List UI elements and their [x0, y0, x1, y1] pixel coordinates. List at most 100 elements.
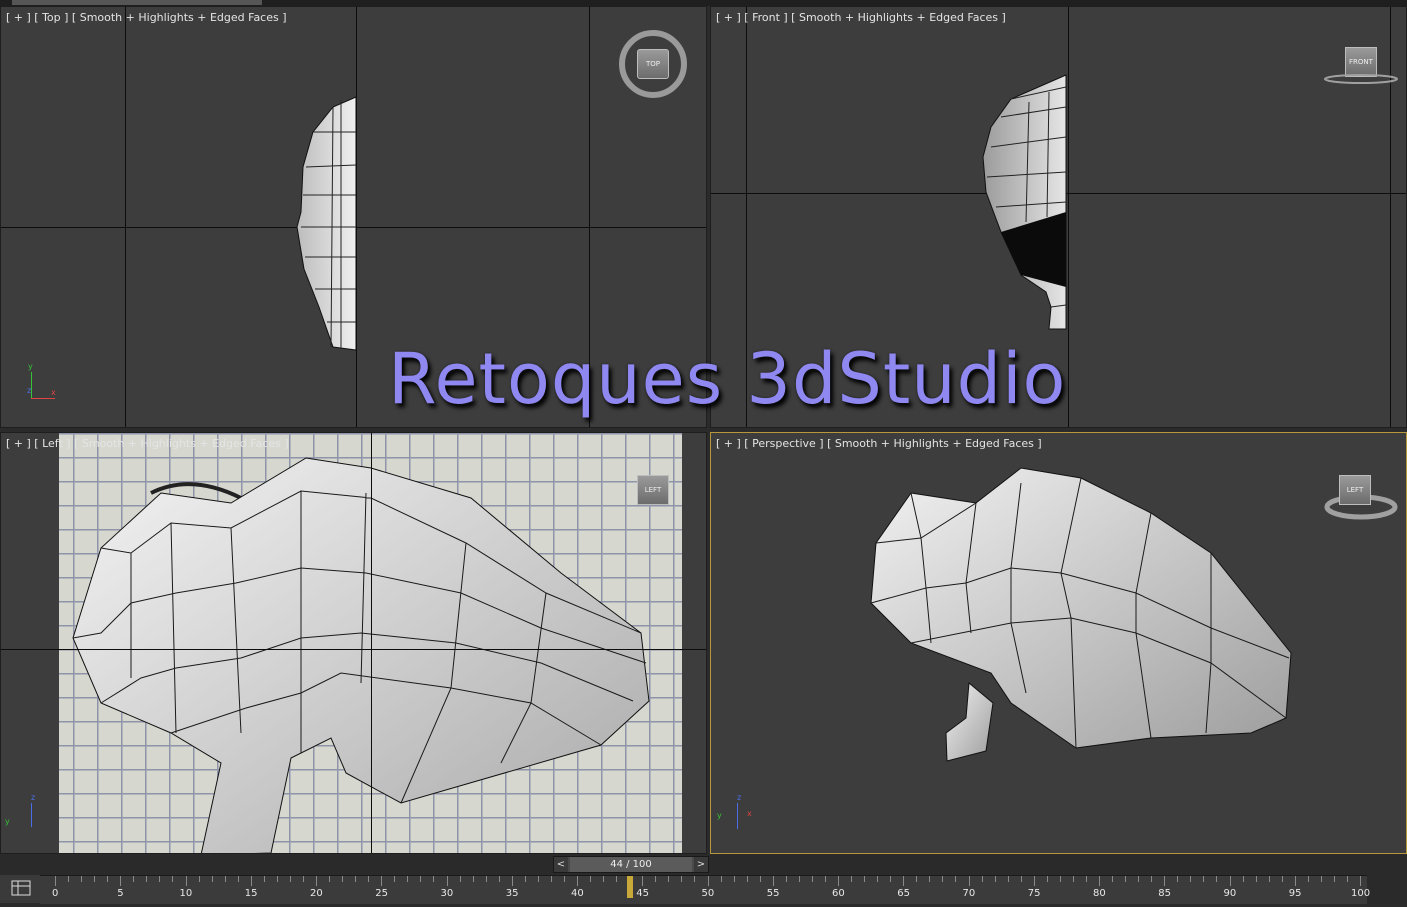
timeline-tick: [172, 876, 174, 882]
timeline-tick: [472, 876, 474, 882]
timeline-tick: [316, 876, 317, 886]
timeline-tick: [433, 876, 435, 882]
timeline-tick: [159, 876, 161, 882]
timeline-tick: [1112, 876, 1114, 882]
timeline-tick: [420, 876, 422, 882]
timeline-tick-label: 10: [179, 888, 193, 899]
reference-image-grid-paper: [59, 433, 682, 853]
timeline-tick: [1007, 876, 1009, 882]
timeline-tick: [394, 876, 396, 882]
axis-y-label: y: [717, 811, 722, 820]
viewport-top-label[interactable]: [ + ] [ Top ] [ Smooth + Highlights + Ed…: [6, 11, 287, 24]
timeline-tick: [720, 876, 722, 882]
timeline-tick: [655, 876, 657, 882]
timeline-tick: [916, 876, 918, 882]
timeline-tick: [1085, 876, 1087, 882]
next-frame-button[interactable]: >: [694, 857, 708, 872]
timeline-tick: [342, 876, 344, 882]
timeline-tick: [263, 876, 265, 882]
axis-z-line: [737, 803, 738, 829]
timeline-tick: [407, 876, 409, 882]
top-tab[interactable]: [12, 0, 262, 5]
timeline-tick: [707, 876, 709, 886]
timeline-tick: [864, 876, 866, 882]
timeline-tick-label: 0: [52, 888, 59, 899]
viewcube-perspective[interactable]: LEFT: [1339, 475, 1371, 505]
timeline-tick: [733, 876, 735, 882]
timeline-tick-label: 25: [375, 888, 388, 899]
axis-y-label: y: [5, 817, 10, 826]
timeline-tick: [1164, 876, 1166, 886]
timeline-tick-label: 15: [244, 888, 258, 899]
timeline-tick-label: 50: [701, 888, 715, 899]
timeline-tick: [94, 876, 96, 882]
timeline-tick: [1216, 876, 1218, 882]
timeline-tick: [355, 876, 357, 882]
timeline-tick: [289, 876, 291, 882]
timeline-tick: [968, 876, 970, 886]
timeline-tick: [81, 876, 83, 882]
axis-gizmo-top: y x z: [23, 362, 63, 402]
timeline-cursor[interactable]: [627, 876, 634, 898]
timeline-tick: [498, 876, 500, 882]
viewport-perspective[interactable]: [ + ] [ Perspective ] [ Smooth + Highlig…: [710, 432, 1407, 854]
timeline-tick: [550, 876, 552, 882]
timeline-tick: [459, 876, 461, 882]
timeline-tick: [1255, 876, 1257, 882]
timeline-tick: [185, 876, 187, 886]
timeline-tick: [1294, 876, 1296, 886]
viewport-perspective-label[interactable]: [ + ] [ Perspective ] [ Smooth + Highlig…: [716, 437, 1042, 450]
timeline-tick: [824, 876, 826, 882]
viewport-left-label[interactable]: [ + ] [ Left ] [ Smooth + Highlights + E…: [6, 437, 289, 450]
timeline-tick-label: 80: [1093, 888, 1106, 899]
viewport-left[interactable]: [ + ] [ Left ] [ Smooth + Highlights + E…: [0, 432, 707, 854]
timeline-tick-label: 55: [766, 888, 780, 899]
timeline-tick: [1125, 876, 1127, 882]
timeline-tick-label: 75: [1027, 888, 1041, 899]
time-slider[interactable]: < 44 / 100 >: [553, 856, 709, 873]
axis-z-line: [31, 803, 32, 827]
timeline-tick: [250, 876, 252, 886]
timeline-tick: [681, 876, 683, 882]
timeline-tick: [1151, 876, 1153, 882]
frame-display[interactable]: 44 / 100: [570, 857, 692, 872]
axis-z-label: z: [737, 793, 742, 802]
timeline-tick: [616, 876, 618, 882]
timeline-config-icon: [11, 880, 31, 896]
timeline-tick-label: 65: [897, 888, 910, 899]
timeline-tick: [1229, 876, 1231, 886]
timeline-tick: [759, 876, 761, 882]
timeline-tick: [524, 876, 526, 882]
compass-ring-icon[interactable]: [613, 27, 693, 107]
timeline-tick: [590, 876, 592, 882]
timeline-tick: [1033, 876, 1035, 886]
timeline-tick: [485, 876, 487, 882]
timeline-tick: [981, 876, 983, 882]
timeline-tick: [133, 876, 135, 882]
axis-y-line: [31, 372, 32, 398]
timeline-tick: [1059, 876, 1061, 882]
timeline-tick: [746, 876, 748, 882]
timeline-tick-label: 85: [1158, 888, 1171, 899]
timeline-tick-label: 45: [636, 888, 649, 899]
timeline-tick: [511, 876, 513, 886]
timeline-tick-label: 60: [832, 888, 845, 899]
prev-frame-button[interactable]: <: [554, 857, 568, 872]
axis-gizmo-left: z y: [5, 791, 45, 831]
mesh-perspective: [870, 467, 1292, 762]
axis-x-label: x: [747, 809, 752, 818]
viewcube-left[interactable]: LEFT: [637, 475, 669, 505]
timeline-tick: [942, 876, 944, 882]
compass-ring-icon[interactable]: [1323, 69, 1403, 89]
timeline-tick: [1072, 876, 1074, 882]
timeline-tick: [1360, 876, 1361, 886]
viewport-front-label[interactable]: [ + ] [ Front ] [ Smooth + Highlights + …: [716, 11, 1006, 24]
grid-line: [1, 649, 706, 650]
timeline-tick: [1333, 876, 1335, 882]
timeline-config-button[interactable]: [0, 875, 40, 903]
timeline-tick: [276, 876, 278, 882]
timeline-tick: [537, 876, 539, 882]
timeline-tick-label: 35: [505, 888, 519, 899]
timeline-tick: [1099, 876, 1100, 886]
timeline-tick: [368, 876, 370, 882]
